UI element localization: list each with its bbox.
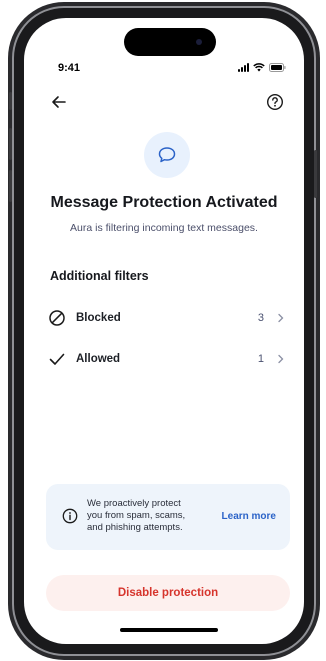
info-card: We proactively protect you from spam, sc… [46,484,290,550]
page-subtitle: Aura is filtering incoming text messages… [70,222,258,234]
filter-row-blocked[interactable]: Blocked 3 [48,306,286,330]
wifi-icon [253,63,265,72]
filter-label: Blocked [76,312,121,324]
signal-icon [238,63,249,72]
filter-count: 1 [257,353,264,365]
side-button-power [314,150,317,198]
chevron-right-icon [278,313,284,323]
page-title: Message Protection Activated [50,194,278,211]
status-icons [238,63,286,72]
filter-row-allowed[interactable]: Allowed 1 [48,347,286,371]
message-protection-badge [144,132,190,178]
home-indicator [120,628,218,632]
learn-more-link[interactable]: Learn more [222,511,276,522]
chat-bubble-icon [158,147,176,163]
disable-protection-button[interactable]: Disable protection [46,575,290,611]
blocked-icon [49,310,65,326]
status-time: 9:41 [58,62,81,74]
filter-label: Allowed [76,353,121,365]
arrow-left-icon[interactable] [50,93,68,111]
side-button-action [9,92,12,110]
checkmark-icon [49,353,65,365]
info-text: We proactively protect you from spam, sc… [87,498,186,533]
chevron-right-icon [278,354,284,364]
phone-screen: 9:41 Message Protection Activated Aura i… [24,18,304,644]
side-button-volume-down [9,170,12,202]
dynamic-island [124,28,216,56]
question-circle-icon[interactable] [266,93,284,111]
filter-count: 3 [257,312,264,324]
battery-icon [269,63,286,72]
info-icon [62,508,78,524]
side-button-volume-up [9,128,12,160]
section-heading-filters: Additional filters [50,269,149,283]
